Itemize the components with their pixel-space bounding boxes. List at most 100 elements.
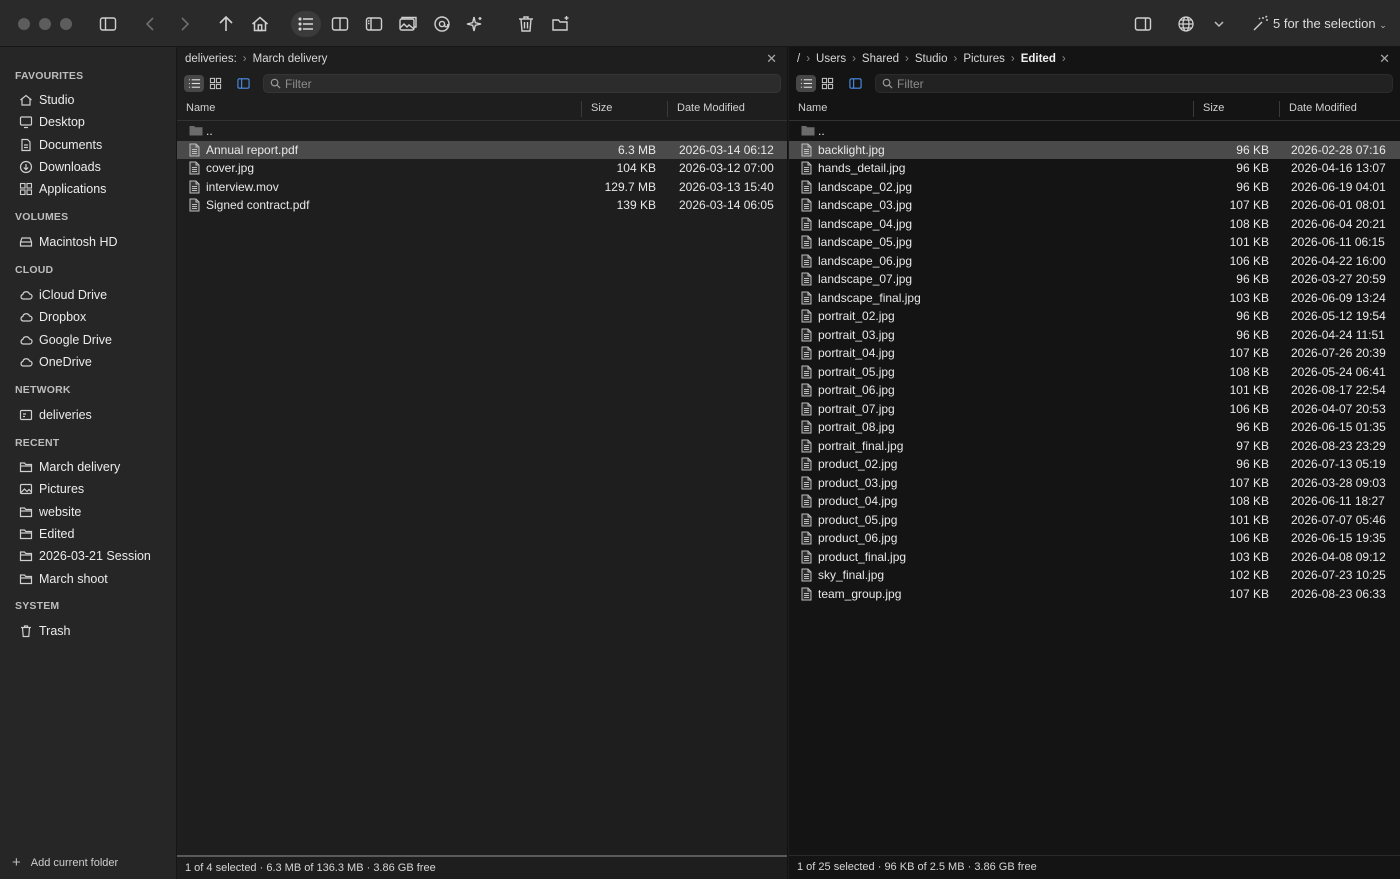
column-size[interactable]: Size [1203,102,1224,114]
close-pane-button[interactable]: ✕ [766,51,777,67]
table-row[interactable]: product_06.jpg 106 KB 2026-06-15 19:35 [789,529,1400,548]
sidebar-item-edited[interactable]: Edited [18,524,74,544]
trash-icon[interactable] [512,11,540,37]
table-row[interactable]: portrait_04.jpg 107 KB 2026-07-26 20:39 [789,344,1400,363]
minimize-window-button[interactable] [39,18,51,30]
breadcrumb-segment[interactable]: Studio [915,53,948,65]
chevron-down-icon[interactable] [1205,11,1233,37]
selection-menu[interactable]: 5 for the selection ⌄ [1273,16,1387,31]
list-mode-icon[interactable] [796,75,816,92]
table-row[interactable]: landscape_06.jpg 106 KB 2026-04-22 16:00 [789,252,1400,271]
table-row[interactable]: Signed contract.pdf 139 KB 2026-03-14 06:0… [177,196,787,215]
table-row[interactable]: product_03.jpg 107 KB 2026-03-28 09:03 [789,474,1400,493]
home-icon[interactable] [246,11,274,37]
sidebar-item-2026-03-21-session[interactable]: 2026-03-21 Session [18,546,151,566]
sidebar-item-desktop[interactable]: Desktop [18,112,85,132]
new-folder-icon[interactable] [547,11,575,37]
sidebar-item-macintosh-hd[interactable]: Macintosh HD [18,232,118,252]
breadcrumb-segment[interactable]: Shared [862,53,899,65]
table-row[interactable]: landscape_02.jpg 96 KB 2026-06-19 04:01 [789,178,1400,197]
at-sign-icon[interactable] [428,11,456,37]
sidebar-item-trash[interactable]: Trash [18,621,71,641]
sidebar-item-website[interactable]: website [18,502,81,522]
split-view-icon[interactable] [326,11,354,37]
sidebar-toggle-icon[interactable] [94,11,122,37]
sidebar-item-icloud-drive[interactable]: iCloud Drive [18,285,107,305]
table-row[interactable]: sky_final.jpg 102 KB 2026-07-23 10:25 [789,566,1400,585]
grid-mode-icon[interactable] [817,75,837,92]
magic-wand-icon[interactable] [1246,11,1274,37]
breadcrumb-segment[interactable]: Pictures [963,53,1005,65]
sidebar-item-applications[interactable]: Applications [18,179,106,199]
column-mode-icon[interactable] [845,75,865,92]
table-row[interactable]: portrait_08.jpg 96 KB 2026-06-15 01:35 [789,418,1400,437]
table-row[interactable]: portrait_07.jpg 106 KB 2026-04-07 20:53 [789,400,1400,419]
parent-folder-row[interactable]: .. [789,122,1400,141]
sidebar-item-dropbox[interactable]: Dropbox [18,307,86,327]
sidebar-item-downloads[interactable]: Downloads [18,157,101,177]
table-row[interactable]: product_05.jpg 101 KB 2026-07-07 05:46 [789,511,1400,530]
close-window-button[interactable] [18,18,30,30]
close-pane-button[interactable]: ✕ [1379,51,1390,67]
table-row[interactable]: interview.mov 129.7 MB 2026-03-13 15:40 [177,178,787,197]
zoom-window-button[interactable] [60,18,72,30]
file-list: .. Annual report.pdf 6.3 MB 2026-03-14 06:1… [177,122,787,215]
sidebar-section-network: NETWORK [15,384,71,396]
table-row[interactable]: Annual report.pdf 6.3 MB 2026-03-14 06:12 [177,140,787,159]
breadcrumb-root[interactable]: deliveries: [185,53,237,65]
table-row[interactable]: portrait_05.jpg 108 KB 2026-05-24 06:41 [789,363,1400,382]
parent-folder-row[interactable]: .. [177,122,787,141]
column-size[interactable]: Size [591,102,612,114]
breadcrumb-segment[interactable]: / [797,53,800,65]
filter-input[interactable]: Filter [875,74,1393,93]
add-current-folder-button[interactable]: + Add current folder [12,854,118,871]
table-row[interactable]: hands_detail.jpg 96 KB 2026-04-16 13:07 [789,159,1400,178]
sidebar-item-march-shoot[interactable]: March shoot [18,569,108,589]
up-arrow-icon[interactable] [212,11,240,37]
filter-input[interactable]: Filter [263,74,781,93]
table-row[interactable]: landscape_03.jpg 107 KB 2026-06-01 08:01 [789,196,1400,215]
sidebar-item-onedrive[interactable]: OneDrive [18,352,92,372]
forward-icon[interactable] [170,11,198,37]
sidebar-item-studio[interactable]: Studio [18,90,74,110]
table-row[interactable]: portrait_06.jpg 101 KB 2026-08-17 22:54 [789,381,1400,400]
table-row[interactable]: product_04.jpg 108 KB 2026-06-11 18:27 [789,492,1400,511]
breadcrumb-current[interactable]: March delivery [253,53,328,65]
column-mode-icon[interactable] [233,75,253,92]
breadcrumb-segment[interactable]: Users [816,53,846,65]
column-date-modified[interactable]: Date Modified [677,102,745,114]
sidebar-item-documents[interactable]: Documents [18,135,102,155]
list-mode-icon[interactable] [184,75,204,92]
sidebar-item-google-drive[interactable]: Google Drive [18,330,112,350]
table-row[interactable]: portrait_02.jpg 96 KB 2026-05-12 19:54 [789,307,1400,326]
column-name[interactable]: Name [798,102,827,114]
sidebar-item-pictures[interactable]: Pictures [18,479,84,499]
table-row[interactable]: product_02.jpg 96 KB 2026-07-13 05:19 [789,455,1400,474]
table-row[interactable]: landscape_04.jpg 108 KB 2026-06-04 20:21 [789,215,1400,234]
back-icon[interactable] [137,11,165,37]
table-row[interactable]: cover.jpg 104 KB 2026-03-12 07:00 [177,159,787,178]
globe-icon[interactable] [1172,11,1200,37]
column-date-modified[interactable]: Date Modified [1289,102,1357,114]
table-row[interactable]: product_final.jpg 103 KB 2026-04-08 09:12 [789,548,1400,567]
sparkle-icon[interactable] [461,11,489,37]
list-view-icon[interactable] [291,11,321,37]
table-row[interactable]: landscape_07.jpg 96 KB 2026-03-27 20:59 [789,270,1400,289]
file-size: 101 KB [1229,383,1269,397]
sidebar-item-deliveries[interactable]: deliveries [18,405,92,425]
sidebar-item-march-delivery[interactable]: March delivery [18,457,120,477]
table-row[interactable]: team_group.jpg 107 KB 2026-08-23 06:33 [789,585,1400,604]
right-panel-icon[interactable] [1129,11,1157,37]
table-row[interactable]: portrait_final.jpg 97 KB 2026-08-23 23:29 [789,437,1400,456]
preview-pane-icon[interactable] [360,11,388,37]
breadcrumb-segment[interactable]: Edited [1021,53,1056,65]
table-row[interactable]: backlight.jpg 96 KB 2026-02-28 07:16 [789,140,1400,159]
file-icon [801,143,812,157]
image-viewer-icon[interactable] [394,11,422,37]
column-name[interactable]: Name [186,102,215,114]
table-row[interactable]: portrait_03.jpg 96 KB 2026-04-24 11:51 [789,326,1400,345]
file-name: interview.mov [206,179,279,194]
table-row[interactable]: landscape_05.jpg 101 KB 2026-06-11 06:15 [789,233,1400,252]
grid-mode-icon[interactable] [205,75,225,92]
table-row[interactable]: landscape_final.jpg 103 KB 2026-06-09 13:2… [789,289,1400,308]
